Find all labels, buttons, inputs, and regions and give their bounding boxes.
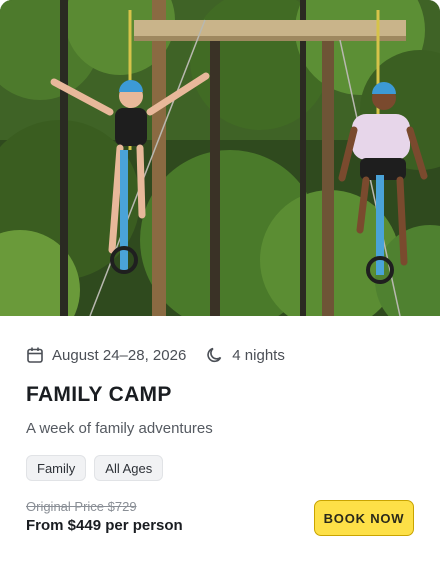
tag-family: Family bbox=[26, 455, 87, 481]
book-now-button[interactable]: BOOK NOW bbox=[314, 500, 414, 536]
current-price: From $449 per person bbox=[26, 517, 183, 534]
trip-nights: 4 nights bbox=[232, 346, 285, 364]
original-price: Original Price $729 bbox=[26, 499, 137, 514]
hero-image bbox=[0, 0, 440, 316]
trip-dates: August 24–28, 2026 bbox=[52, 346, 187, 364]
calendar-icon bbox=[26, 346, 44, 364]
tag-all-ages: All Ages bbox=[94, 455, 164, 481]
tag-list: Family All Ages bbox=[26, 455, 164, 481]
trip-card[interactable]: August 24–28, 2026 4 nights FAMILY CAMP … bbox=[0, 0, 440, 564]
moon-icon bbox=[206, 346, 224, 364]
trip-title: FAMILY CAMP bbox=[26, 383, 172, 406]
trip-description: A week of family adventures bbox=[26, 420, 213, 437]
trip-meta: August 24–28, 2026 4 nights bbox=[26, 344, 285, 366]
